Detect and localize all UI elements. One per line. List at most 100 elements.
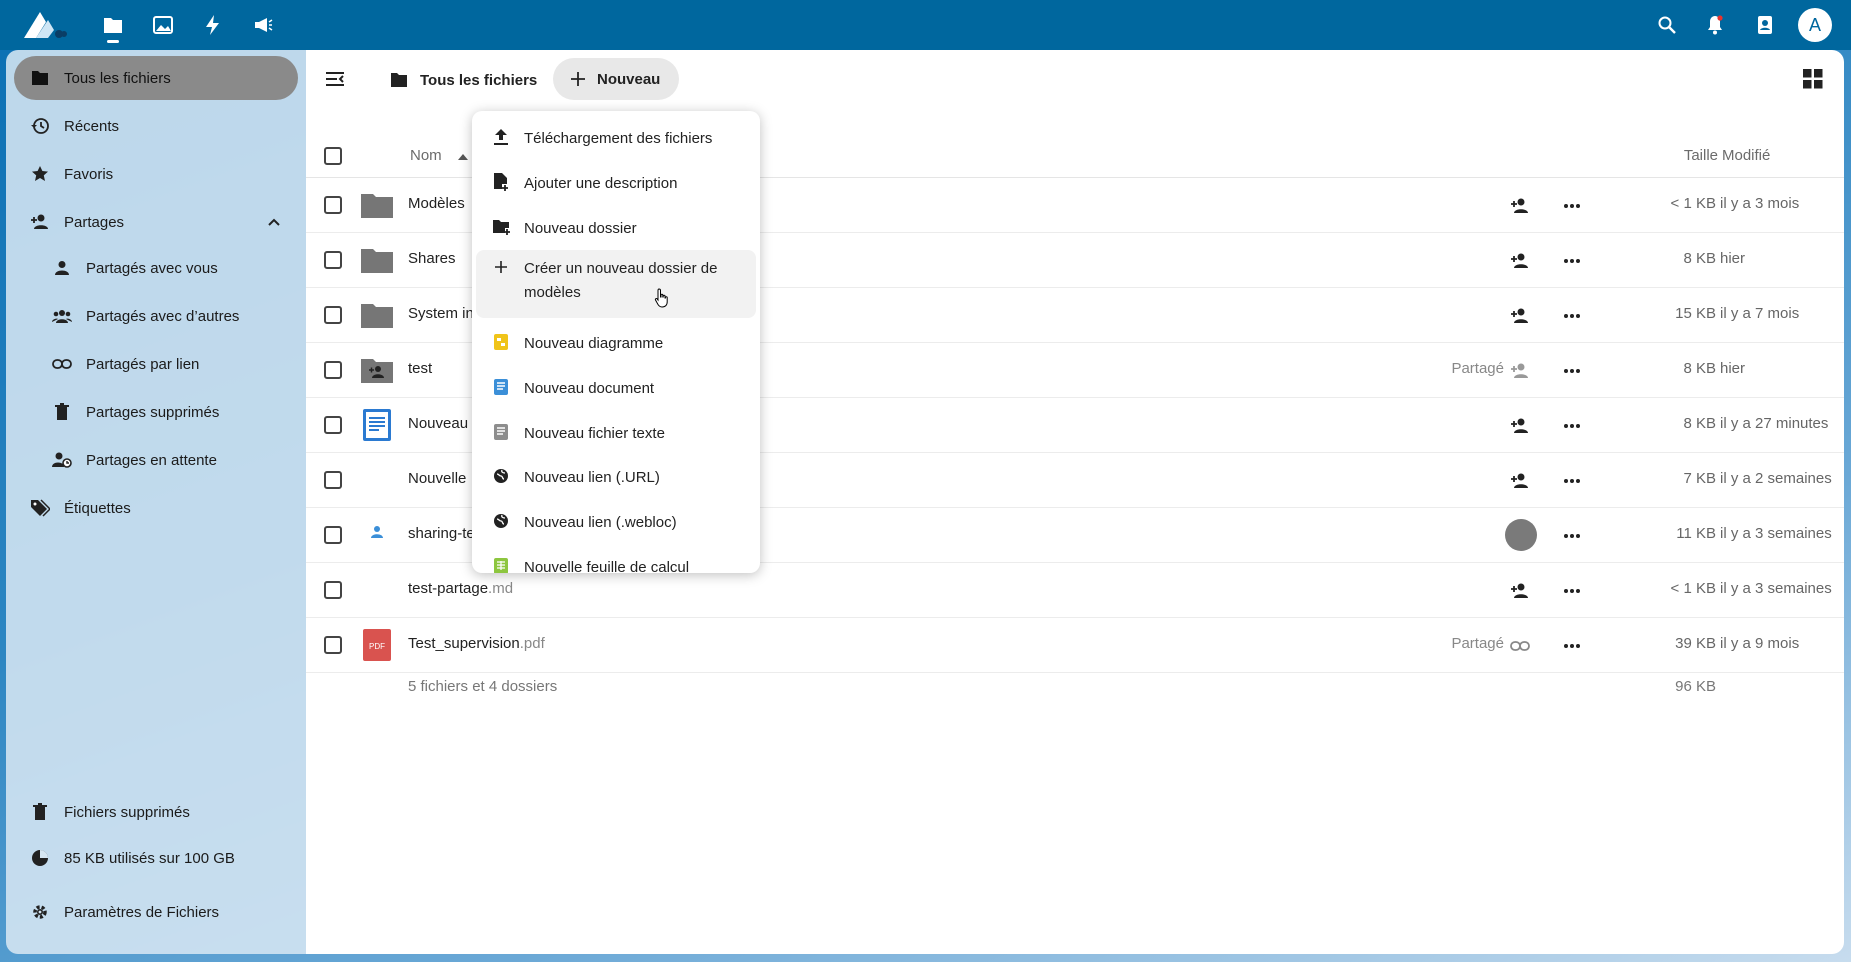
sidebar-item-label: Partages	[64, 213, 125, 231]
announcements-icon[interactable]	[250, 12, 276, 38]
user-avatar[interactable]: A	[1798, 8, 1832, 42]
column-name[interactable]: Nom	[410, 147, 442, 164]
file-type-icon	[360, 298, 394, 332]
menu-item-new-text-file[interactable]: Nouveau fichier texte	[476, 417, 756, 451]
select-all-checkbox[interactable]	[324, 147, 342, 165]
column-size[interactable]: Taille	[1684, 147, 1718, 164]
more-actions-icon[interactable]	[1560, 579, 1584, 603]
row-checkbox[interactable]	[324, 306, 342, 324]
search-icon[interactable]	[1654, 12, 1680, 38]
menu-item-label: Nouvelle feuille de calcul	[524, 559, 690, 573]
menu-item-new-templates-folder[interactable]: Créer un nouveau dossier de modèles	[476, 250, 756, 318]
more-actions-icon[interactable]	[1560, 524, 1584, 548]
sidebar-item-shared-by-link[interactable]: Partagés par lien	[36, 342, 298, 386]
row-checkbox[interactable]	[324, 526, 342, 544]
new-button[interactable]: Nouveau	[553, 58, 679, 100]
share-icon[interactable]	[1508, 304, 1532, 328]
spreadsheet-icon	[492, 557, 510, 573]
file-name[interactable]: System in	[408, 305, 474, 322]
file-type-icon	[360, 243, 394, 277]
share-icon[interactable]	[1508, 249, 1532, 273]
share-icon[interactable]	[1508, 194, 1532, 218]
more-actions-icon[interactable]	[1560, 304, 1584, 328]
file-name[interactable]: test	[408, 360, 432, 377]
file-size: 7 KB	[1683, 470, 1716, 487]
grid-view-icon[interactable]	[1800, 66, 1826, 92]
sidebar-item-label: Partagés par lien	[86, 355, 200, 373]
sidebar-item-shared-with-you[interactable]: Partagés avec vous	[36, 246, 298, 290]
share-icon[interactable]	[1508, 579, 1532, 603]
row-checkbox[interactable]	[324, 471, 342, 489]
row-checkbox[interactable]	[324, 636, 342, 654]
sidebar-item-trash[interactable]: Fichiers supprimés	[14, 790, 298, 834]
link-icon	[52, 354, 72, 374]
share-icon[interactable]	[1508, 414, 1532, 438]
sidebar-item-shares[interactable]: Partages	[14, 200, 298, 244]
row-checkbox[interactable]	[324, 416, 342, 434]
more-actions-icon[interactable]	[1560, 249, 1584, 273]
share-icon[interactable]	[1508, 359, 1532, 383]
share-icon[interactable]	[1508, 469, 1532, 493]
row-checkbox[interactable]	[324, 361, 342, 379]
file-name[interactable]: Test_supervision.pdf	[408, 635, 545, 652]
menu-item-new-folder[interactable]: Nouveau dossier	[476, 212, 756, 246]
notifications-icon[interactable]	[1702, 12, 1728, 38]
file-name[interactable]: sharing-te	[408, 525, 475, 542]
column-modified[interactable]: Modifié	[1722, 147, 1770, 164]
contacts-icon[interactable]	[1752, 12, 1778, 38]
sidebar-item-label: Partagés avec vous	[86, 259, 218, 277]
menu-item-upload[interactable]: Téléchargement des fichiers	[476, 122, 756, 156]
toggle-navigation-icon[interactable]	[320, 64, 350, 94]
sidebar-item-favorites[interactable]: Favoris	[14, 152, 298, 196]
trash-icon	[52, 402, 72, 422]
folder-plus-icon	[492, 218, 510, 236]
more-actions-icon[interactable]	[1560, 469, 1584, 493]
breadcrumb[interactable]: Tous les fichiers	[390, 66, 537, 94]
row-checkbox[interactable]	[324, 251, 342, 269]
total-size: 96 KB	[1675, 678, 1716, 695]
menu-item-label: Nouveau fichier texte	[524, 425, 665, 442]
file-name[interactable]: Nouvelle	[408, 470, 466, 487]
table-row[interactable]: PDF Test_supervision.pdf Partagé 39 KB il y …	[306, 618, 1844, 673]
app-logo[interactable]	[20, 8, 68, 42]
photos-icon[interactable]	[150, 12, 176, 38]
link-icon[interactable]	[1508, 634, 1532, 658]
menu-item-new-link-url[interactable]: Nouveau lien (.URL)	[476, 461, 756, 495]
file-size: 8 KB	[1683, 250, 1716, 267]
sidebar-item-label: Partages en attente	[86, 451, 217, 469]
chevron-up-icon[interactable]	[266, 214, 282, 230]
row-checkbox[interactable]	[324, 581, 342, 599]
shared-label: Partagé	[1451, 360, 1504, 377]
more-actions-icon[interactable]	[1560, 359, 1584, 383]
activity-icon[interactable]	[200, 12, 226, 38]
sidebar-item-files-settings[interactable]: Paramètres de Fichiers	[14, 890, 298, 934]
menu-item-new-document[interactable]: Nouveau document	[476, 372, 756, 406]
file-modified: il y a 2 semaines	[1720, 470, 1832, 487]
folder-icon	[30, 68, 50, 88]
owner-avatar[interactable]	[1505, 519, 1537, 551]
menu-item-new-spreadsheet[interactable]: Nouvelle feuille de calcul	[476, 551, 756, 573]
sidebar-item-pending-shares[interactable]: Partages en attente	[36, 438, 298, 482]
more-actions-icon[interactable]	[1560, 194, 1584, 218]
new-menu: Téléchargement des fichiers Ajouter une …	[472, 111, 760, 573]
file-name[interactable]: Shares	[408, 250, 456, 267]
file-name[interactable]: test-partage.md	[408, 580, 513, 597]
sidebar-item-recent[interactable]: Récents	[14, 104, 298, 148]
sidebar-item-label: Étiquettes	[64, 499, 131, 517]
file-name[interactable]: Nouveau	[408, 415, 468, 432]
sidebar-item-deleted-shares[interactable]: Partages supprimés	[36, 390, 298, 434]
menu-item-add-description[interactable]: Ajouter une description	[476, 167, 756, 201]
row-checkbox[interactable]	[324, 196, 342, 214]
file-type-icon	[360, 353, 394, 387]
file-name[interactable]: Modèles	[408, 195, 465, 212]
sidebar-item-all-files[interactable]: Tous les fichiers	[14, 56, 298, 100]
sidebar-item-shared-with-others[interactable]: Partagés avec d’autres	[36, 294, 298, 338]
history-icon	[30, 116, 50, 136]
menu-item-new-diagram[interactable]: Nouveau diagramme	[476, 327, 756, 361]
more-actions-icon[interactable]	[1560, 634, 1584, 658]
menu-item-new-link-webloc[interactable]: Nouveau lien (.webloc)	[476, 506, 756, 540]
more-actions-icon[interactable]	[1560, 414, 1584, 438]
sidebar-item-tags[interactable]: Étiquettes	[14, 486, 298, 530]
files-icon[interactable]	[100, 12, 126, 43]
file-size: < 1 KB	[1670, 195, 1716, 212]
